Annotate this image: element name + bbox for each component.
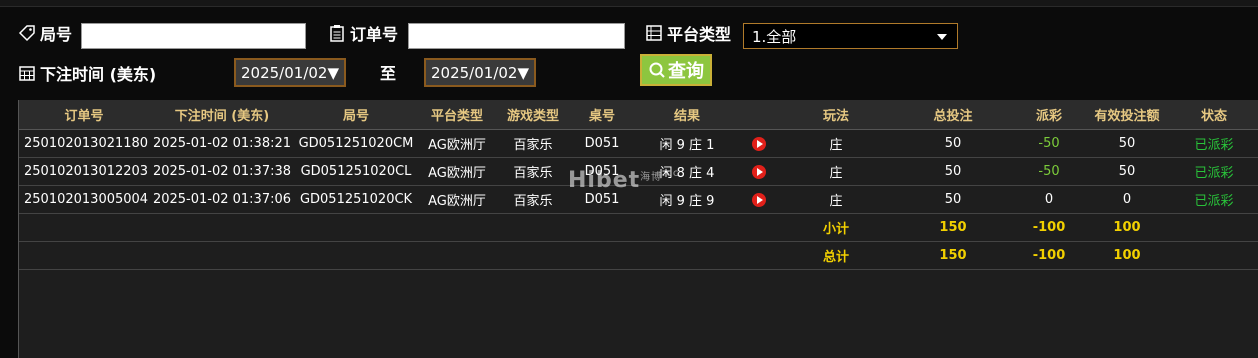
cell-replay [739, 129, 779, 158]
cell-game-type: 百家乐 [497, 185, 569, 214]
play-icon[interactable] [752, 136, 766, 151]
cell-platform: AG欧洲厅 [417, 129, 497, 158]
cell-status: 已派彩 [1169, 129, 1258, 158]
subtotal-bet: 150 [893, 213, 1013, 242]
watermark-text: Hibet [568, 168, 641, 193]
cell-order: 250102013005004 [19, 185, 149, 214]
cell-order: 250102013012203 [19, 157, 149, 186]
col-status: 状态 [1169, 100, 1258, 130]
order-label-text: 订单号 [350, 25, 399, 44]
cell-payout: 0 [1013, 185, 1085, 214]
cell-replay [739, 157, 779, 186]
query-button[interactable]: 查询 [640, 54, 712, 86]
col-order: 订单号 [19, 100, 149, 130]
cell-bet-time: 2025-01-02 01:37:06 [149, 185, 295, 214]
order-input[interactable] [408, 23, 625, 49]
cell-payout: -50 [1013, 157, 1085, 186]
cell-valid-bet: 0 [1085, 185, 1169, 214]
subtotal-payout: -100 [1013, 213, 1085, 242]
cell-status: 已派彩 [1169, 157, 1258, 186]
total-row: 总计 150 -100 100 [19, 241, 1258, 270]
cell-round: GD051251020CL [295, 157, 417, 186]
clipboard-icon [330, 25, 344, 42]
cell-bet-time: 2025-01-02 01:38:21 [149, 129, 295, 158]
cell-total-bet: 50 [893, 157, 1013, 186]
query-button-label: 查询 [668, 61, 704, 82]
cell-platform: AG欧洲厅 [417, 157, 497, 186]
cell-payout: -50 [1013, 129, 1085, 158]
subtotal-valid: 100 [1085, 213, 1169, 242]
order-filter-label: 订单号 [328, 21, 398, 45]
col-play: 玩法 [779, 100, 893, 130]
total-bet: 150 [893, 241, 1013, 270]
platform-select-value: 1.全部 [752, 27, 797, 46]
cell-game-type: 百家乐 [497, 157, 569, 186]
cell-play: 庄 [779, 185, 893, 214]
watermark: Hibet海博.cc [568, 168, 679, 193]
col-round: 局号 [295, 100, 417, 130]
round-filter-label: 局号 [18, 21, 72, 45]
top-bar [0, 0, 1258, 7]
platform-select[interactable]: 1.全部 [743, 23, 958, 49]
play-icon[interactable] [752, 192, 766, 207]
date-to-value: 2025/01/02▼ [431, 63, 529, 82]
cell-round: GD051251020CK [295, 185, 417, 214]
bet-time-filter-label: 下注时间 (美东) [18, 61, 156, 85]
total-valid: 100 [1085, 241, 1169, 270]
bet-records-panel: 订单号 下注时间 (美东) 局号 平台类型 游戏类型 桌号 结果 玩法 总投注 … [18, 100, 1258, 358]
watermark-sub: 海博 [640, 172, 663, 183]
cell-bet-time: 2025-01-02 01:37:38 [149, 157, 295, 186]
cell-status: 已派彩 [1169, 185, 1258, 214]
cell-valid-bet: 50 [1085, 129, 1169, 158]
platform-filter-label: 平台类型 [645, 21, 731, 45]
total-payout: -100 [1013, 241, 1085, 270]
cell-play: 庄 [779, 129, 893, 158]
subtotal-label: 小计 [779, 213, 893, 242]
table-header-row: 订单号 下注时间 (美东) 局号 平台类型 游戏类型 桌号 结果 玩法 总投注 … [19, 100, 1258, 130]
tag-icon [18, 25, 35, 42]
search-icon [649, 62, 665, 78]
subtotal-row: 小计 150 -100 100 [19, 213, 1258, 242]
cell-game-type: 百家乐 [497, 129, 569, 158]
cell-order: 250102013021180 [19, 129, 149, 158]
cell-table-no: D051 [569, 129, 635, 158]
date-from-picker[interactable]: 2025/01/02▼ [234, 58, 346, 87]
round-label-text: 局号 [40, 25, 73, 44]
cell-total-bet: 50 [893, 185, 1013, 214]
round-input[interactable] [81, 23, 306, 49]
col-valid-bet: 有效投注额 [1085, 100, 1169, 130]
col-replay [739, 100, 779, 130]
date-from-value: 2025/01/02▼ [241, 63, 339, 82]
table-row: 250102013021180 2025-01-02 01:38:21 GD05… [19, 129, 1258, 158]
col-game-type: 游戏类型 [497, 100, 569, 130]
cell-round: GD051251020CM [295, 129, 417, 158]
cell-result: 闲 9 庄 1 [635, 129, 739, 158]
play-icon[interactable] [752, 164, 766, 179]
watermark-suffix: .cc [662, 168, 680, 179]
cell-play: 庄 [779, 157, 893, 186]
col-platform: 平台类型 [417, 100, 497, 130]
date-to-picker[interactable]: 2025/01/02▼ [424, 58, 536, 87]
cell-total-bet: 50 [893, 129, 1013, 158]
cell-valid-bet: 50 [1085, 157, 1169, 186]
col-bet-time: 下注时间 (美东) [149, 100, 295, 130]
col-payout: 派彩 [1013, 100, 1085, 130]
list-icon [646, 25, 662, 41]
chevron-down-icon [937, 34, 947, 40]
cell-replay [739, 185, 779, 214]
platform-label-text: 平台类型 [667, 25, 732, 44]
col-result: 结果 [635, 100, 739, 130]
total-label: 总计 [779, 241, 893, 270]
date-range-to-label: 至 [380, 64, 397, 83]
cell-platform: AG欧洲厅 [417, 185, 497, 214]
calendar-icon [19, 66, 35, 81]
col-table-no: 桌号 [569, 100, 635, 130]
col-total-bet: 总投注 [893, 100, 1013, 130]
bet-time-label-text: 下注时间 (美东) [40, 65, 157, 84]
